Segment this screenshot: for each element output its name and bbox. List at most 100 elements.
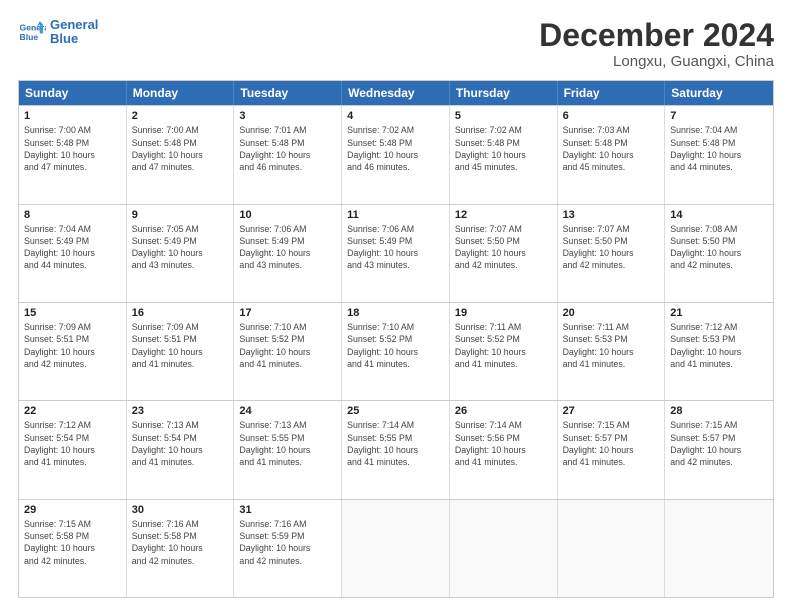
weekday-header: Friday <box>558 81 666 105</box>
calendar-header: SundayMondayTuesdayWednesdayThursdayFrid… <box>19 81 773 105</box>
calendar-cell: 31 Sunrise: 7:16 AM Sunset: 5:59 PM Dayli… <box>234 500 342 597</box>
cell-date: 13 <box>563 209 660 221</box>
cell-date: 4 <box>347 110 444 122</box>
calendar-cell: 17 Sunrise: 7:10 AM Sunset: 5:52 PM Dayli… <box>234 303 342 400</box>
cell-info: Sunrise: 7:11 AM Sunset: 5:52 PM Dayligh… <box>455 321 552 370</box>
calendar-cell: 23 Sunrise: 7:13 AM Sunset: 5:54 PM Dayli… <box>127 401 235 498</box>
calendar-cell: 11 Sunrise: 7:06 AM Sunset: 5:49 PM Dayli… <box>342 205 450 302</box>
calendar-cell: 26 Sunrise: 7:14 AM Sunset: 5:56 PM Dayli… <box>450 401 558 498</box>
cell-info: Sunrise: 7:00 AM Sunset: 5:48 PM Dayligh… <box>24 124 121 173</box>
calendar-cell: 29Sunrise: 7:15 AM Sunset: 5:58 PM Dayli… <box>19 500 127 597</box>
weekday-header: Saturday <box>665 81 773 105</box>
cell-info: Sunrise: 7:06 AM Sunset: 5:49 PM Dayligh… <box>239 223 336 272</box>
calendar-cell: 7 Sunrise: 7:04 AM Sunset: 5:48 PM Daylig… <box>665 106 773 203</box>
calendar-cell: 30Sunrise: 7:16 AM Sunset: 5:58 PM Dayli… <box>127 500 235 597</box>
cell-date: 17 <box>239 307 336 319</box>
calendar-body: 1 Sunrise: 7:00 AM Sunset: 5:48 PM Daylig… <box>19 105 773 597</box>
cell-info: Sunrise: 7:06 AM Sunset: 5:49 PM Dayligh… <box>347 223 444 272</box>
cell-date: 27 <box>563 405 660 417</box>
weekday-header: Thursday <box>450 81 558 105</box>
cell-info: Sunrise: 7:12 AM Sunset: 5:53 PM Dayligh… <box>670 321 768 370</box>
calendar-cell: 27 Sunrise: 7:15 AM Sunset: 5:57 PM Dayli… <box>558 401 666 498</box>
cell-info: Sunrise: 7:16 AM Sunset: 5:58 PM Dayligh… <box>132 518 229 567</box>
cell-info: Sunrise: 7:03 AM Sunset: 5:48 PM Dayligh… <box>563 124 660 173</box>
cell-date: 5 <box>455 110 552 122</box>
calendar-subtitle: Longxu, Guangxi, China <box>539 53 774 70</box>
cell-date: 2 <box>132 110 229 122</box>
cell-date: 21 <box>670 307 768 319</box>
cell-date: 6 <box>563 110 660 122</box>
calendar-cell: 1 Sunrise: 7:00 AM Sunset: 5:48 PM Daylig… <box>19 106 127 203</box>
cell-date: 16 <box>132 307 229 319</box>
cell-date: 11 <box>347 209 444 221</box>
calendar-cell: 28 Sunrise: 7:15 AM Sunset: 5:57 PM Dayli… <box>665 401 773 498</box>
calendar: SundayMondayTuesdayWednesdayThursdayFrid… <box>18 80 774 598</box>
cell-info: Sunrise: 7:16 AM Sunset: 5:59 PM Dayligh… <box>239 518 336 567</box>
cell-date: 28 <box>670 405 768 417</box>
cell-date: 15 <box>24 307 121 319</box>
cell-info: Sunrise: 7:14 AM Sunset: 5:56 PM Dayligh… <box>455 419 552 468</box>
cell-date: 7 <box>670 110 768 122</box>
cell-date: 25 <box>347 405 444 417</box>
calendar-row: 22Sunrise: 7:12 AM Sunset: 5:54 PM Dayli… <box>19 400 773 498</box>
cell-info: Sunrise: 7:11 AM Sunset: 5:53 PM Dayligh… <box>563 321 660 370</box>
cell-info: Sunrise: 7:15 AM Sunset: 5:57 PM Dayligh… <box>563 419 660 468</box>
weekday-header: Monday <box>127 81 235 105</box>
cell-info: Sunrise: 7:01 AM Sunset: 5:48 PM Dayligh… <box>239 124 336 173</box>
cell-info: Sunrise: 7:14 AM Sunset: 5:55 PM Dayligh… <box>347 419 444 468</box>
cell-info: Sunrise: 7:05 AM Sunset: 5:49 PM Dayligh… <box>132 223 229 272</box>
calendar-cell: 3 Sunrise: 7:01 AM Sunset: 5:48 PM Daylig… <box>234 106 342 203</box>
header: General Blue General Blue December 2024 … <box>18 18 774 70</box>
logo-text-blue: Blue <box>50 32 98 46</box>
calendar-cell: 5Sunrise: 7:02 AM Sunset: 5:48 PM Daylig… <box>450 106 558 203</box>
calendar-cell <box>342 500 450 597</box>
cell-date: 19 <box>455 307 552 319</box>
cell-info: Sunrise: 7:10 AM Sunset: 5:52 PM Dayligh… <box>347 321 444 370</box>
cell-info: Sunrise: 7:15 AM Sunset: 5:57 PM Dayligh… <box>670 419 768 468</box>
cell-date: 31 <box>239 504 336 516</box>
cell-info: Sunrise: 7:04 AM Sunset: 5:48 PM Dayligh… <box>670 124 768 173</box>
calendar-cell: 2 Sunrise: 7:00 AM Sunset: 5:48 PM Daylig… <box>127 106 235 203</box>
logo-icon: General Blue <box>18 18 46 46</box>
cell-date: 9 <box>132 209 229 221</box>
cell-info: Sunrise: 7:09 AM Sunset: 5:51 PM Dayligh… <box>132 321 229 370</box>
title-block: December 2024 Longxu, Guangxi, China <box>539 18 774 70</box>
calendar-cell: 20Sunrise: 7:11 AM Sunset: 5:53 PM Dayli… <box>558 303 666 400</box>
weekday-header: Wednesday <box>342 81 450 105</box>
calendar-title: December 2024 <box>539 18 774 53</box>
cell-date: 1 <box>24 110 121 122</box>
cell-info: Sunrise: 7:13 AM Sunset: 5:55 PM Dayligh… <box>239 419 336 468</box>
calendar-cell: 18 Sunrise: 7:10 AM Sunset: 5:52 PM Dayli… <box>342 303 450 400</box>
calendar-cell <box>665 500 773 597</box>
weekday-header: Sunday <box>19 81 127 105</box>
cell-date: 18 <box>347 307 444 319</box>
cell-date: 12 <box>455 209 552 221</box>
cell-date: 8 <box>24 209 121 221</box>
cell-info: Sunrise: 7:07 AM Sunset: 5:50 PM Dayligh… <box>563 223 660 272</box>
calendar-row: 29Sunrise: 7:15 AM Sunset: 5:58 PM Dayli… <box>19 499 773 597</box>
cell-info: Sunrise: 7:10 AM Sunset: 5:52 PM Dayligh… <box>239 321 336 370</box>
cell-info: Sunrise: 7:04 AM Sunset: 5:49 PM Dayligh… <box>24 223 121 272</box>
calendar-cell: 25 Sunrise: 7:14 AM Sunset: 5:55 PM Dayli… <box>342 401 450 498</box>
calendar-row: 8 Sunrise: 7:04 AM Sunset: 5:49 PM Daylig… <box>19 204 773 302</box>
calendar-cell: 21 Sunrise: 7:12 AM Sunset: 5:53 PM Dayli… <box>665 303 773 400</box>
calendar-row: 15 Sunrise: 7:09 AM Sunset: 5:51 PM Dayli… <box>19 302 773 400</box>
calendar-cell: 12 Sunrise: 7:07 AM Sunset: 5:50 PM Dayli… <box>450 205 558 302</box>
cell-date: 24 <box>239 405 336 417</box>
cell-date: 10 <box>239 209 336 221</box>
calendar-cell: 22Sunrise: 7:12 AM Sunset: 5:54 PM Dayli… <box>19 401 127 498</box>
cell-date: 26 <box>455 405 552 417</box>
calendar-cell: 19 Sunrise: 7:11 AM Sunset: 5:52 PM Dayli… <box>450 303 558 400</box>
calendar-cell: 24 Sunrise: 7:13 AM Sunset: 5:55 PM Dayli… <box>234 401 342 498</box>
svg-text:Blue: Blue <box>20 32 39 42</box>
cell-date: 23 <box>132 405 229 417</box>
cell-info: Sunrise: 7:15 AM Sunset: 5:58 PM Dayligh… <box>24 518 121 567</box>
cell-info: Sunrise: 7:00 AM Sunset: 5:48 PM Dayligh… <box>132 124 229 173</box>
cell-info: Sunrise: 7:13 AM Sunset: 5:54 PM Dayligh… <box>132 419 229 468</box>
cell-info: Sunrise: 7:07 AM Sunset: 5:50 PM Dayligh… <box>455 223 552 272</box>
calendar-cell: 10 Sunrise: 7:06 AM Sunset: 5:49 PM Dayli… <box>234 205 342 302</box>
cell-info: Sunrise: 7:12 AM Sunset: 5:54 PM Dayligh… <box>24 419 121 468</box>
calendar-cell: 14Sunrise: 7:08 AM Sunset: 5:50 PM Dayli… <box>665 205 773 302</box>
calendar-cell: 6 Sunrise: 7:03 AM Sunset: 5:48 PM Daylig… <box>558 106 666 203</box>
cell-date: 3 <box>239 110 336 122</box>
